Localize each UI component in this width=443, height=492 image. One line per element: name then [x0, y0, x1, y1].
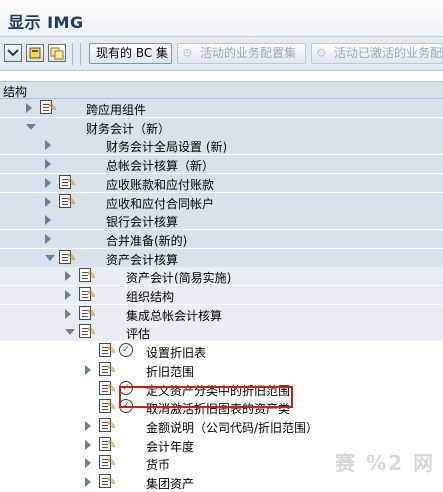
expand-node-icon[interactable] — [85, 458, 91, 469]
structure-header-label: 结构 — [3, 85, 28, 99]
edit-icon: ✎ — [107, 475, 117, 488]
tree-node-label[interactable]: 财务会计全局设置 (新) — [106, 138, 227, 155]
expand-node-icon[interactable] — [45, 196, 51, 207]
expand-tree-icon[interactable] — [4, 44, 22, 62]
tree-node[interactable]: ✎ 组织结构 — [0, 286, 443, 304]
tree-node-label[interactable]: 跨应用组件 — [86, 101, 146, 118]
tree-node-label[interactable]: 组织结构 — [126, 288, 174, 305]
activate-bc-set-button[interactable]: ⚙ 活动已激活的业务配 — [311, 43, 443, 64]
layout-icon[interactable] — [48, 44, 66, 62]
edit-icon: ✎ — [87, 325, 97, 339]
edit-icon: ✎ — [107, 456, 117, 470]
execute-activity-icon[interactable]: ✓ — [119, 343, 133, 358]
edit-icon: ✎ — [107, 400, 117, 414]
tree-node-label[interactable]: 设置折旧表 — [146, 344, 206, 361]
edit-icon: ✎ — [87, 269, 97, 283]
activate-bc-set-label: 活动已激活的业务配 — [334, 46, 443, 60]
tree-node-label[interactable]: 会计年度 — [146, 438, 194, 455]
toolbar-separator — [80, 43, 81, 65]
tree-node[interactable]: ✎ 金额说明（公司代码/折旧范围） — [0, 417, 443, 435]
edit-icon: ✎ — [67, 194, 77, 208]
tree-node[interactable]: ✎ 资产会计核算 — [0, 248, 443, 268]
expand-node-icon[interactable] — [45, 215, 51, 226]
tree-node[interactable]: ✎ 资产会计(简易实施) — [0, 267, 443, 286]
tree-node[interactable]: 总帐会计核算（新） — [0, 155, 443, 174]
tree-node[interactable]: 银行会计核算 — [0, 211, 443, 230]
tree-node-label[interactable]: 集成总帐会计核算 — [126, 307, 222, 324]
expand-node-icon[interactable] — [45, 177, 51, 188]
tree-node-label[interactable]: 应收和应付合同帐户 — [106, 195, 214, 212]
tree-node-label[interactable]: 资产会计(简易实施) — [126, 269, 231, 286]
edit-icon: ✎ — [107, 418, 117, 432]
toolbar-separator — [72, 43, 73, 65]
settings-icon: ⚙ — [182, 46, 193, 60]
active-bc-set-label: 活动的业务配置集 — [200, 46, 297, 60]
expand-node-icon[interactable] — [85, 364, 91, 375]
expand-node-icon[interactable] — [85, 420, 91, 431]
tree-node-label[interactable]: 总帐会计核算（新） — [106, 157, 214, 174]
active-bc-set-button[interactable]: ⚙ 活动的业务配置集 — [177, 43, 306, 64]
edit-icon: ✎ — [87, 288, 97, 301]
edit-icon: ✎ — [107, 362, 117, 376]
edit-icon: ✎ — [107, 437, 117, 451]
collapse-node-icon[interactable] — [45, 254, 55, 261]
tree-node-label[interactable]: 金额说明（公司代码/折旧范围） — [146, 419, 318, 436]
toolbar: 现有的 BC 集 ⚙ 活动的业务配置集 ⚙ 活动已激活的业务配 — [0, 37, 443, 71]
edit-icon: ✎ — [67, 250, 77, 264]
expand-node-icon[interactable] — [26, 103, 32, 113]
selection-highlight — [119, 386, 293, 408]
tree-node[interactable]: ✎ 集成总帐会计核算 — [0, 304, 443, 324]
edit-icon: ✎ — [87, 306, 97, 320]
expand-node-icon[interactable] — [65, 271, 71, 282]
expand-node-icon[interactable] — [85, 439, 91, 450]
edit-icon: ✎ — [107, 381, 117, 395]
tree-node-label[interactable]: 资产会计核算 — [106, 251, 178, 268]
settings-icon: ⚙ — [316, 46, 327, 60]
collapse-node-icon[interactable] — [65, 329, 75, 336]
tree-node-label[interactable]: 货币 — [146, 456, 170, 473]
expand-node-icon[interactable] — [45, 233, 51, 244]
tree-node-label[interactable]: 银行会计核算 — [106, 213, 178, 230]
expand-node-icon[interactable] — [85, 477, 91, 487]
expand-node-icon[interactable] — [65, 290, 71, 300]
edit-icon: ✎ — [107, 344, 117, 358]
tree-node-label[interactable]: 应收账款和应付账款 — [106, 176, 214, 193]
find-icon[interactable] — [26, 44, 44, 62]
tree-node[interactable]: 财务会计（新） — [0, 117, 443, 137]
tree-node[interactable]: ✎ 折旧范围 — [0, 361, 443, 379]
tree-node-label[interactable]: 集团资产 — [146, 475, 194, 492]
expand-node-icon[interactable] — [65, 308, 71, 319]
watermark: 赛 %2 网 — [335, 451, 435, 475]
tree-node[interactable]: 财务会计全局设置 (新) — [0, 136, 443, 155]
title-bar: 显示 IMG — [0, 0, 443, 37]
structure-header: 结构 — [0, 81, 443, 99]
tree-node[interactable]: ✎ 评估 — [0, 323, 443, 342]
tree-node[interactable]: ✎ ✓ 设置折旧表 — [0, 342, 443, 360]
expand-node-icon[interactable] — [45, 159, 51, 170]
tree-node-label[interactable]: 合并准备(新的) — [106, 232, 187, 249]
edit-icon: ✎ — [67, 175, 77, 189]
collapse-node-icon[interactable] — [26, 123, 36, 130]
tree-node[interactable]: ✎ 应收账款和应付账款 — [0, 173, 443, 193]
tree-node-label[interactable]: 财务会计（新） — [86, 120, 170, 137]
tree-node-label[interactable]: 评估 — [126, 325, 150, 342]
expand-node-icon[interactable] — [45, 140, 51, 151]
tree-node[interactable]: 合并准备(新的) — [0, 229, 443, 249]
tree-node-label[interactable]: 折旧范围 — [146, 363, 194, 380]
page-title: 显示 IMG — [8, 13, 84, 32]
tree-node[interactable]: ✎ 跨应用组件 — [0, 99, 443, 117]
edit-icon: ✎ — [48, 101, 58, 114]
bc-set-button[interactable]: 现有的 BC 集 — [89, 43, 172, 64]
tree-node[interactable]: ✎ 应收和应付合同帐户 — [0, 192, 443, 212]
